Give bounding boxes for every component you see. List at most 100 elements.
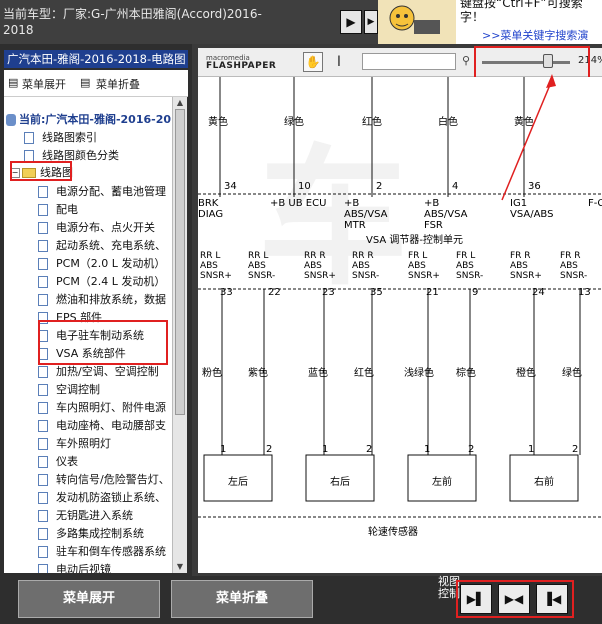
tree-item[interactable]: 多路集成控制系统	[38, 525, 144, 542]
tree-item-label: PCM（2.0 L 发动机）	[56, 257, 166, 270]
tree-item[interactable]: 发动机防盗锁止系统、	[38, 489, 166, 506]
tree-item[interactable]: 电动后视镜	[38, 561, 111, 573]
connector-pin: 1	[528, 444, 535, 455]
sensor-box-label: 右后	[330, 477, 350, 488]
wire-color-label: 红色	[362, 117, 382, 128]
hand-tool-icon[interactable]: ✋	[303, 52, 323, 72]
pin-number: 35	[370, 287, 383, 298]
wire-color-label: 绿色	[284, 117, 304, 128]
tree-item[interactable]: 转向信号/危险警告灯、	[38, 471, 170, 488]
tree-item-label: 线路图索引	[42, 131, 97, 144]
tree-item[interactable]: 线路图索引	[24, 129, 97, 146]
tree-item-label: 转向信号/危险警告灯、	[56, 473, 170, 486]
banner-tip-line-2: 字！	[460, 10, 485, 24]
tree-item[interactable]: 配电	[38, 201, 78, 218]
wire-color-label: 黄色	[208, 117, 228, 128]
pin-number: 2	[376, 181, 383, 192]
tree-item-label: 配电	[56, 203, 78, 216]
tree-item[interactable]: 电源分配、蓄电池管理	[38, 183, 166, 200]
car-icon	[6, 114, 16, 126]
highlight-box-items	[38, 320, 168, 365]
tree-item[interactable]: 起动系统、充电系统、	[38, 237, 166, 254]
connector-pin: 2	[468, 444, 475, 455]
tree-item-label: PCM（2.4 L 发动机）	[56, 275, 166, 288]
sensor-signal-label: FR L ABS SNSR-	[456, 251, 484, 281]
tree-item-label: 电动后视镜	[56, 563, 111, 573]
sensor-box-label: 左前	[432, 477, 452, 488]
tree-item[interactable]: 仪表	[38, 453, 78, 470]
menu-collapse-button[interactable]: 菜单折叠	[171, 580, 313, 618]
tree-item[interactable]: 电源分布、点火开关	[38, 219, 155, 236]
wire-color-label: 棕色	[456, 368, 476, 379]
tree-item[interactable]: 空调控制	[38, 381, 100, 398]
document-icon	[38, 258, 48, 270]
text-select-icon[interactable]: I	[332, 54, 346, 70]
signal-label: BRK DIAG	[198, 198, 224, 220]
next-page-button[interactable]: ▶	[340, 10, 362, 34]
pin-number: 9	[472, 287, 479, 298]
scroll-down-icon[interactable]: ▼	[174, 561, 186, 573]
tree-item[interactable]: 电动座椅、电动腰部支	[38, 417, 166, 434]
document-icon	[38, 438, 48, 450]
tree-item-label: 仪表	[56, 455, 78, 468]
current-vehicle-title: 当前车型：厂家:G-广州本田雅阁(Accord)2016- 2018	[3, 6, 283, 38]
tree-item-label: 无钥匙进入系统	[56, 509, 133, 522]
title-line-2: 2018	[3, 23, 34, 37]
find-input[interactable]	[362, 53, 456, 70]
wire-color-label: 红色	[354, 368, 374, 379]
tree-collapse-button[interactable]: 菜单折叠	[96, 76, 140, 92]
document-icon	[38, 186, 48, 198]
document-icon	[38, 366, 48, 378]
tree-item[interactable]: 驻车和倒车传感器系统	[38, 543, 166, 560]
sensor-signal-label: RR R ABS SNSR+	[304, 251, 336, 281]
document-icon	[38, 456, 48, 468]
tree-expand-button[interactable]: 菜单展开	[22, 76, 66, 92]
tree-item-label: 电源分配、蓄电池管理	[56, 185, 166, 198]
tree-expand-icon[interactable]: ▤	[8, 76, 18, 89]
menu-expand-button[interactable]: 菜单展开	[18, 580, 160, 618]
document-icon	[38, 294, 48, 306]
document-icon	[38, 564, 48, 573]
tree-root[interactable]: 当前:广汽本田-雅阁-2016-2018	[6, 111, 172, 128]
document-icon	[38, 384, 48, 396]
tree-item[interactable]: PCM（2.4 L 发动机）	[38, 273, 165, 290]
tree-item[interactable]: 车内照明灯、附件电源	[38, 399, 166, 416]
wire-color-label: 白色	[438, 117, 458, 128]
pin-number: 23	[322, 287, 335, 298]
tree-item-label: 发动机防盗锁止系统、	[56, 491, 166, 504]
sensor-signal-label: RR R ABS SNSR-	[352, 251, 380, 281]
tree-item[interactable]: 加热/空调、空调控制	[38, 363, 159, 380]
sensor-signal-label: FR R ABS SNSR+	[510, 251, 542, 281]
connector-pin: 2	[366, 444, 373, 455]
tree-item-label: 加热/空调、空调控制	[56, 365, 159, 378]
signal-label: +B UB ECU	[270, 198, 327, 209]
banner-tip: 键盘按“Ctrl+F”可搜索 字！	[460, 0, 583, 24]
document-icon	[38, 528, 48, 540]
document-icon	[38, 510, 48, 522]
scroll-up-icon[interactable]: ▲	[174, 97, 186, 109]
pin-number: 33	[220, 287, 233, 298]
sensor-box-label: 左后	[228, 477, 248, 488]
side-toggle-button[interactable]: ▶	[364, 10, 378, 34]
tree-item[interactable]: 无钥匙进入系统	[38, 507, 133, 524]
sensor-signal-label: RR L ABS SNSR-	[248, 251, 276, 281]
pin-number: 13	[578, 287, 591, 298]
tree-item[interactable]: 车外照明灯	[38, 435, 111, 452]
sensor-signal-label: RR L ABS SNSR+	[200, 251, 232, 281]
tree-item[interactable]: PCM（2.0 L 发动机）	[38, 255, 165, 272]
document-icon	[38, 276, 48, 288]
tree-item-label: 车外照明灯	[56, 437, 111, 450]
tree-root-label: 当前:广汽本田-雅阁-2016-2018	[19, 113, 172, 126]
tree-item-label: 空调控制	[56, 383, 100, 396]
banner-tip-line-1: 键盘按“Ctrl+F”可搜索	[460, 0, 583, 10]
scrollbar-thumb[interactable]	[175, 109, 185, 415]
document-icon	[24, 132, 34, 144]
tree-item[interactable]: 燃油和排放系统，数据	[38, 291, 166, 308]
keyword-search-demo-link[interactable]: >>菜单关键字搜索演	[482, 27, 588, 43]
tree-toolbar: ▤ 菜单展开 ▤ 菜单折叠	[4, 70, 188, 97]
tree-collapse-icon[interactable]: ▤	[80, 76, 90, 89]
tree-item-label: 电动座椅、电动腰部支	[56, 419, 166, 432]
search-tip-banner: 键盘按“Ctrl+F”可搜索 字！ >>菜单关键字搜索演	[378, 0, 602, 44]
tree-scrollbar[interactable]: ▲ ▼	[172, 97, 187, 573]
sensor-signal-label: FR R ABS SNSR-	[560, 251, 588, 281]
